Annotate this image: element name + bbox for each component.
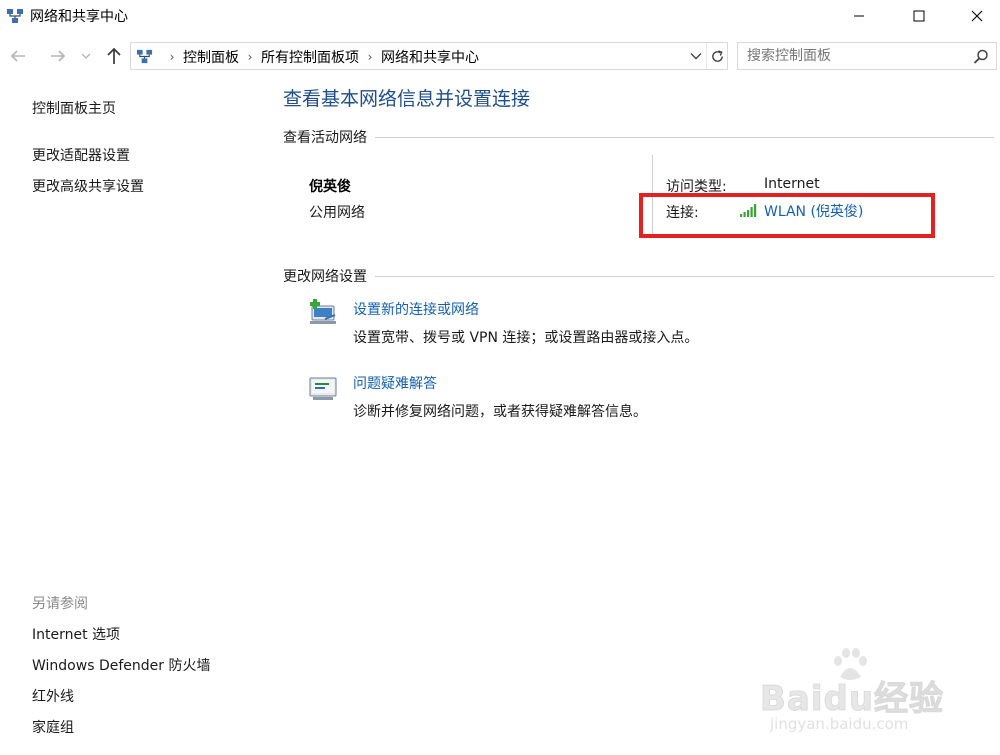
arrow-right-icon xyxy=(51,50,66,62)
title-bar: 网络和共享中心 xyxy=(0,0,1000,32)
forward-button[interactable] xyxy=(46,44,70,68)
sidebar-item-homegroup[interactable]: 家庭组 xyxy=(32,717,74,737)
navigation-bar: › 控制面板 › 所有控制面板项 › 网络和共享中心 xyxy=(0,40,1000,72)
access-type-value: Internet xyxy=(764,176,820,192)
watermark-brand: Baidu经验 xyxy=(759,679,945,720)
baidu-watermark: Baidu经验 jingyan.baidu.com xyxy=(759,645,996,745)
chevron-down-icon xyxy=(690,53,702,60)
sidebar: 控制面板主页 更改适配器设置 更改高级共享设置 另请参阅 Internet 选项… xyxy=(0,80,270,755)
search-icon[interactable] xyxy=(972,48,990,66)
close-icon xyxy=(971,10,983,22)
chevron-down-icon xyxy=(81,53,91,59)
up-button[interactable] xyxy=(102,44,126,68)
sidebar-item-home[interactable]: 控制面板主页 xyxy=(32,98,116,118)
network-center-icon xyxy=(136,49,153,64)
section-divider xyxy=(375,275,994,277)
active-networks-heading: 查看活动网络 xyxy=(283,127,994,147)
network-name: 倪英俊 xyxy=(309,179,351,195)
highlight-annotation xyxy=(639,193,935,238)
chevron-right-icon[interactable]: › xyxy=(242,50,258,64)
address-bar[interactable]: › 控制面板 › 所有控制面板项 › 网络和共享中心 xyxy=(130,42,728,70)
watermark-url: jingyan.baidu.com xyxy=(770,715,909,733)
chevron-right-icon[interactable]: › xyxy=(164,50,180,64)
search-input[interactable] xyxy=(738,43,966,69)
window-title: 网络和共享中心 xyxy=(30,9,128,25)
change-settings-heading-text: 更改网络设置 xyxy=(283,269,367,285)
address-dropdown-button[interactable] xyxy=(685,43,707,69)
sidebar-item-defender-firewall[interactable]: Windows Defender 防火墙 xyxy=(32,655,210,675)
change-settings-heading: 更改网络设置 xyxy=(283,266,994,286)
troubleshoot-icon xyxy=(309,377,337,400)
sidebar-item-sharing-settings[interactable]: 更改高级共享设置 xyxy=(32,176,144,196)
recent-locations-button[interactable] xyxy=(78,44,94,68)
new-connection-icon xyxy=(310,299,336,324)
troubleshoot-desc: 诊断并修复网络问题，或者获得疑难解答信息。 xyxy=(353,404,647,420)
network-type: 公用网络 xyxy=(309,205,365,221)
setup-connection-desc: 设置宽带、拨号或 VPN 连接；或设置路由器或接入点。 xyxy=(353,330,699,346)
maximize-icon xyxy=(913,10,925,22)
sidebar-item-internet-options[interactable]: Internet 选项 xyxy=(32,624,120,644)
minimize-button[interactable] xyxy=(832,0,886,32)
maximize-button[interactable] xyxy=(892,0,946,32)
troubleshoot-link[interactable]: 问题疑难解答 xyxy=(353,373,437,393)
breadcrumb: › 控制面板 › 所有控制面板项 › 网络和共享中心 xyxy=(161,47,479,67)
search-box[interactable] xyxy=(737,42,997,70)
minimize-icon xyxy=(854,15,864,17)
breadcrumb-control-panel[interactable]: 控制面板 xyxy=(183,47,239,67)
see-also-heading: 另请参阅 xyxy=(32,596,88,612)
breadcrumb-all-items[interactable]: 所有控制面板项 xyxy=(261,47,359,67)
refresh-icon xyxy=(712,49,723,62)
page-title: 查看基本网络信息并设置连接 xyxy=(283,88,531,110)
active-networks-heading-text: 查看活动网络 xyxy=(283,130,367,146)
chevron-right-icon[interactable]: › xyxy=(362,50,378,64)
arrow-left-icon xyxy=(10,50,25,62)
section-divider xyxy=(375,136,994,138)
network-center-icon xyxy=(7,9,23,23)
arrow-up-icon xyxy=(107,47,121,64)
back-button[interactable] xyxy=(6,44,30,68)
refresh-button[interactable] xyxy=(706,43,728,69)
close-button[interactable] xyxy=(950,0,1000,32)
sidebar-item-infrared[interactable]: 红外线 xyxy=(32,686,74,706)
breadcrumb-network-center[interactable]: 网络和共享中心 xyxy=(381,47,479,67)
setup-connection-link[interactable]: 设置新的连接或网络 xyxy=(353,299,479,319)
sidebar-item-adapter-settings[interactable]: 更改适配器设置 xyxy=(32,145,130,165)
